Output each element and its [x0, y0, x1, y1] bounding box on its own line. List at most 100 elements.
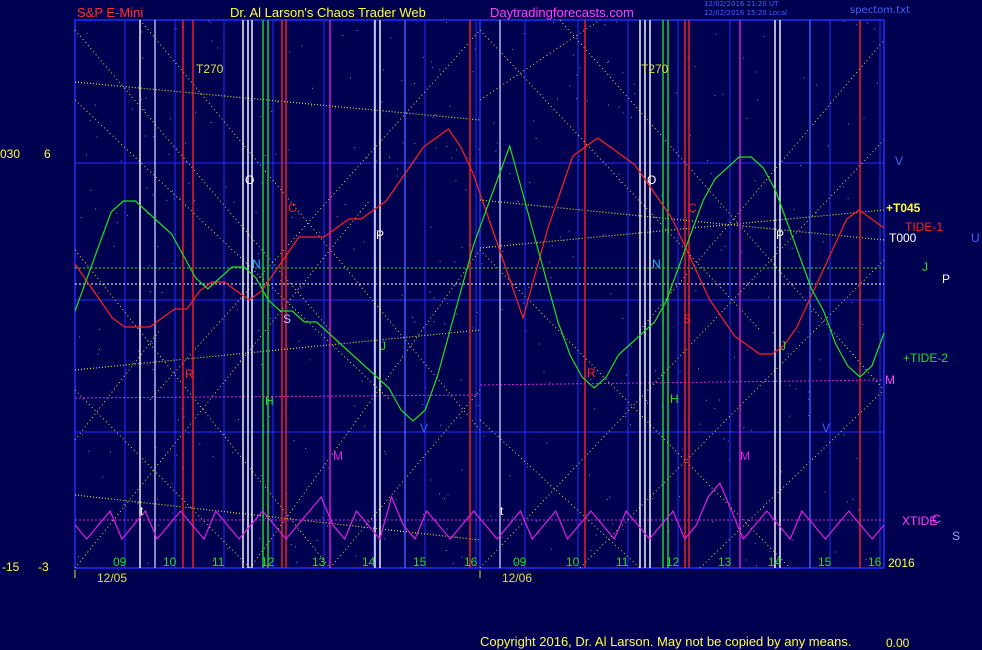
star-dot	[795, 388, 797, 390]
star-dot	[301, 287, 303, 289]
geometry-line	[479, 19, 601, 101]
star-dot	[147, 562, 149, 564]
scale-bottom-b: -3	[38, 560, 49, 574]
star-dot	[723, 438, 725, 440]
star-dot	[876, 82, 878, 84]
star-dot	[569, 85, 571, 87]
star-dot	[536, 520, 538, 522]
star-dot	[690, 134, 692, 136]
hour-tick: 16	[868, 555, 882, 569]
star-dot	[502, 251, 504, 252]
star-dot	[602, 234, 604, 236]
star-dot	[298, 340, 300, 342]
star-dot	[824, 491, 826, 493]
star-dot	[120, 160, 122, 162]
star-dot	[861, 324, 863, 326]
star-dot	[711, 521, 713, 523]
star-dot	[440, 424, 442, 426]
planet-letter: H	[265, 394, 274, 408]
star-dot	[98, 349, 100, 350]
star-dot	[800, 164, 802, 166]
star-dot	[529, 181, 531, 183]
star-dot	[608, 60, 609, 62]
star-dot	[236, 309, 238, 311]
star-dot	[258, 537, 260, 539]
star-dot	[446, 146, 448, 147]
trend-line	[74, 329, 481, 371]
star-dot	[238, 419, 239, 420]
star-dot	[153, 136, 155, 138]
star-dot	[843, 21, 845, 22]
star-dot	[255, 211, 257, 213]
geometry-line	[479, 139, 885, 569]
star-dot	[808, 415, 810, 417]
star-dot	[867, 22, 868, 24]
planet-letter: M	[740, 449, 750, 463]
star-dot	[188, 182, 190, 184]
star-dot	[544, 206, 546, 208]
star-dot	[722, 93, 724, 95]
star-dot	[447, 303, 449, 305]
star-dot	[754, 180, 756, 182]
star-dot	[807, 398, 809, 400]
star-dot	[296, 561, 298, 563]
star-dot	[789, 384, 791, 386]
site-link[interactable]: Daytradingforecasts.com	[490, 5, 634, 20]
star-dot	[309, 359, 311, 361]
star-dot	[610, 293, 612, 295]
star-dot	[297, 529, 299, 531]
star-dot	[746, 117, 748, 119]
hour-tick: 11	[212, 555, 225, 569]
star-dot	[271, 111, 273, 113]
planet-letter: R	[587, 366, 596, 380]
star-dot	[747, 349, 749, 351]
star-dot	[652, 497, 653, 499]
star-dot	[578, 155, 580, 157]
star-dot	[590, 550, 592, 552]
star-dot	[618, 106, 620, 108]
star-dot	[559, 236, 561, 238]
star-dot	[301, 45, 303, 47]
star-dot	[390, 37, 392, 39]
star-dot	[280, 279, 282, 281]
star-dot	[478, 148, 480, 150]
label-j: J	[922, 260, 928, 274]
top-label: T270	[641, 62, 669, 76]
star-dot	[395, 499, 397, 501]
star-dot	[576, 74, 578, 76]
star-dot	[444, 323, 446, 325]
footer-corner: 0.00	[886, 636, 910, 650]
star-dot	[109, 451, 111, 453]
star-dot	[856, 24, 858, 26]
geometry-line	[149, 29, 481, 401]
geometry-line	[559, 19, 885, 391]
star-dot	[435, 114, 436, 116]
geometry-line	[74, 199, 371, 569]
star-dot	[288, 149, 290, 151]
star-dot	[161, 292, 163, 293]
star-dot	[780, 471, 782, 473]
star-dot	[459, 417, 461, 419]
star-dot	[172, 512, 174, 514]
star-dot	[465, 189, 467, 191]
star-dot	[433, 297, 435, 299]
star-dot	[232, 452, 233, 454]
star-dot	[606, 62, 608, 63]
star-dot	[412, 316, 414, 318]
star-dot	[94, 104, 96, 106]
star-dot	[88, 450, 90, 452]
star-dot	[568, 230, 570, 232]
star-dot	[629, 424, 631, 425]
star-dot	[755, 71, 757, 73]
star-dot	[562, 240, 564, 242]
star-dot	[803, 77, 805, 79]
star-dot	[622, 72, 624, 74]
hour-tick: 12	[261, 555, 275, 569]
star-dot	[476, 311, 478, 313]
author-title: Dr. Al Larson's Chaos Trader Web	[230, 5, 426, 20]
star-dot	[451, 157, 453, 159]
star-dot	[439, 69, 441, 71]
star-dot	[157, 524, 159, 526]
star-dot	[435, 147, 437, 149]
star-dot	[363, 241, 365, 243]
